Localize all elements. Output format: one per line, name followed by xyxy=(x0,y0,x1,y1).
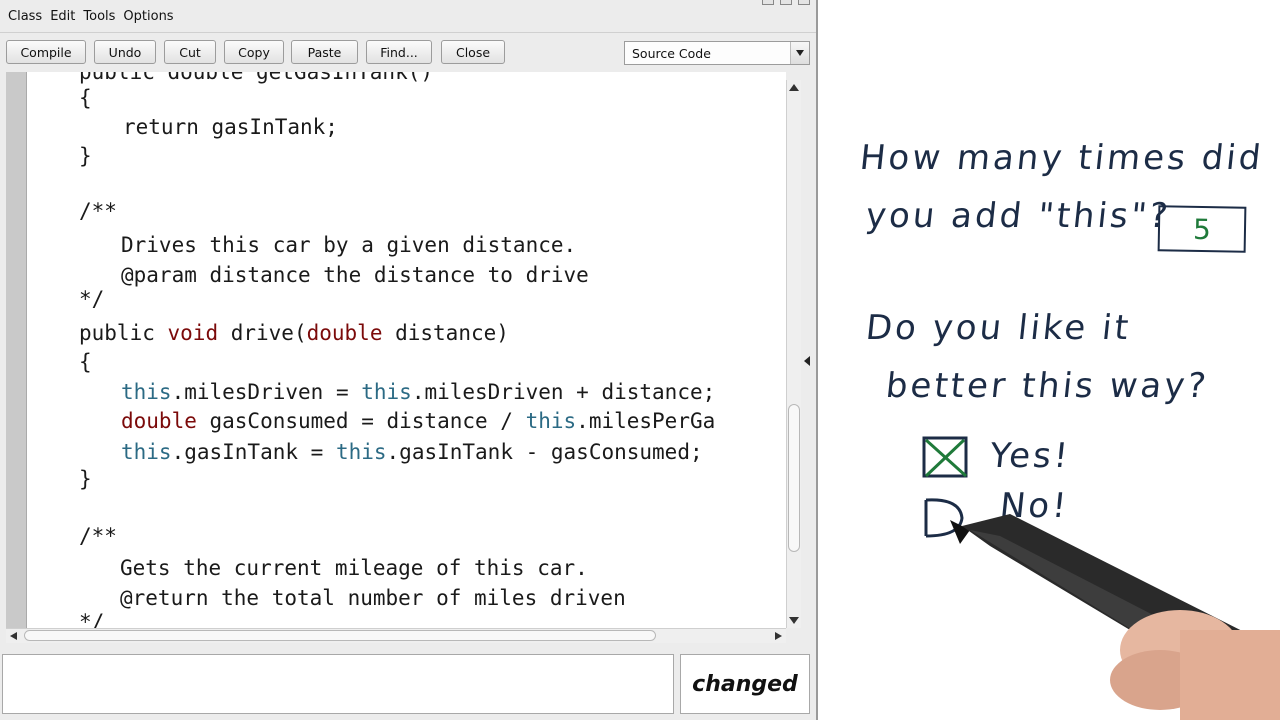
code-line: { xyxy=(79,350,92,374)
question-2-line-2: better this way? xyxy=(883,366,1211,406)
keyword-token: this xyxy=(335,440,387,464)
code-line: /** xyxy=(79,524,117,548)
view-selector-value: Source Code xyxy=(632,45,711,61)
undo-button[interactable]: Undo xyxy=(94,40,156,64)
vertical-scroll-thumb[interactable] xyxy=(788,404,800,552)
keyword-token: this xyxy=(121,380,172,404)
code-token: .milesDriven + distance; xyxy=(411,380,716,404)
menu-bar: Class Edit Tools Options xyxy=(0,4,816,28)
code-line: return gasInTank; xyxy=(123,115,338,139)
message-area xyxy=(2,654,674,714)
find-button[interactable]: Find... xyxy=(366,40,432,64)
line-gutter xyxy=(6,72,27,628)
code-line: double gasConsumed = distance / this.mil… xyxy=(121,408,715,434)
code-line: } xyxy=(79,467,92,491)
keyword-token: this xyxy=(525,409,577,433)
keyword-token: void xyxy=(167,321,219,345)
code-line: /** xyxy=(79,199,117,223)
code-line: public void drive(double distance) xyxy=(79,320,509,346)
horizontal-scroll-thumb[interactable] xyxy=(24,630,656,641)
paste-button[interactable]: Paste xyxy=(291,40,358,64)
copy-button[interactable]: Copy xyxy=(224,40,284,64)
code-line: public double getGasInTank() xyxy=(79,72,434,84)
horizontal-scrollbar[interactable] xyxy=(6,628,786,643)
compile-button[interactable]: Compile xyxy=(6,40,86,64)
menu-edit[interactable]: Edit xyxy=(50,9,75,24)
code-token: .milesDriven = xyxy=(171,380,362,404)
code-line: Gets the current mileage of this car. xyxy=(120,556,588,580)
code-line: */ xyxy=(79,287,105,311)
view-selector[interactable]: Source Code xyxy=(624,41,810,65)
collapse-panel-icon[interactable] xyxy=(804,356,810,366)
checked-checkbox-icon xyxy=(922,436,968,478)
menu-options[interactable]: Options xyxy=(123,9,173,24)
keyword-token: this xyxy=(361,380,412,404)
scroll-up-icon[interactable] xyxy=(789,84,799,91)
code-line: this.gasInTank = this.gasInTank - gasCon… xyxy=(121,439,703,465)
scroll-left-icon[interactable] xyxy=(10,632,17,640)
bluej-editor-window: Class Edit Tools Options Compile Undo Cu… xyxy=(0,0,818,720)
code-token: .gasInTank = xyxy=(171,440,336,464)
question-2-line-1: Do you like it xyxy=(863,308,1134,348)
code-token: .milesPerGa xyxy=(576,409,716,433)
code-line: { xyxy=(79,86,92,110)
code-token: gasConsumed = distance / xyxy=(196,409,526,433)
code-line: this.milesDriven = this.milesDriven + di… xyxy=(121,379,715,405)
question-1-line-1: How many times did xyxy=(857,138,1266,178)
pen-hand-illustration xyxy=(950,514,1280,720)
close-button[interactable]: Close xyxy=(441,40,505,64)
cut-button[interactable]: Cut xyxy=(164,40,216,64)
code-line: @param distance the distance to drive xyxy=(121,263,589,287)
code-line: */ xyxy=(79,610,105,628)
vertical-scrollbar[interactable] xyxy=(786,80,801,628)
scroll-down-icon[interactable] xyxy=(789,617,799,624)
option-yes: Yes! xyxy=(987,436,1073,476)
keyword-token: this xyxy=(121,440,172,464)
source-code-editor[interactable]: public double getGasInTank() { return ga… xyxy=(27,72,786,628)
scroll-right-icon[interactable] xyxy=(775,632,782,640)
code-line: Drives this car by a given distance. xyxy=(121,233,577,257)
answer-box: 5 xyxy=(1157,205,1247,253)
code-token: .gasInTank - gasConsumed; xyxy=(386,440,703,464)
question-1-line-2: you add "this"? xyxy=(863,196,1173,236)
code-token: drive( xyxy=(218,321,307,345)
chevron-down-icon[interactable] xyxy=(790,42,809,64)
menu-class[interactable]: Class xyxy=(8,9,42,24)
code-token: distance) xyxy=(382,321,509,345)
status-label: changed xyxy=(680,654,810,714)
keyword-token: double xyxy=(306,321,383,345)
code-token: public xyxy=(79,321,168,345)
code-line: } xyxy=(79,144,92,168)
keyword-token: double xyxy=(121,409,197,433)
menu-tools[interactable]: Tools xyxy=(83,9,115,24)
code-line: @return the total number of miles driven xyxy=(120,586,626,610)
